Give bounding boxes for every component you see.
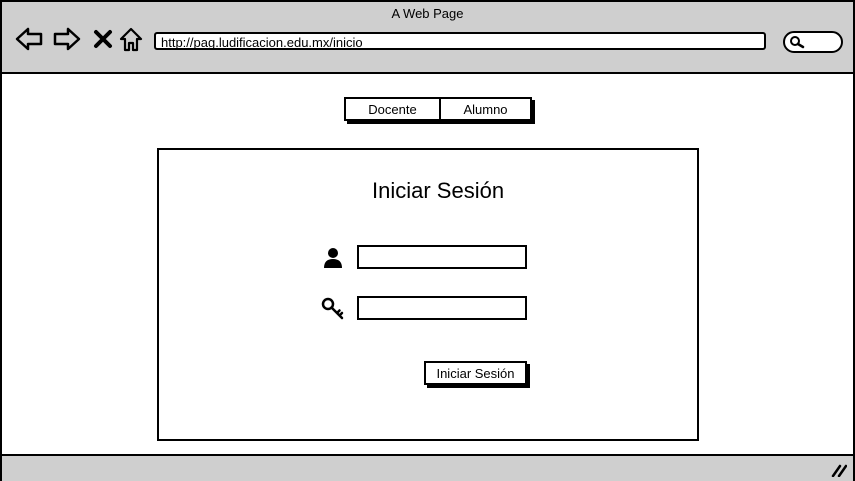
search-button[interactable] [783, 31, 843, 53]
tab-docente[interactable]: Docente [344, 97, 441, 121]
forward-button[interactable] [52, 24, 82, 54]
browser-window: A Web Page http://pag.ludificacion.edu.m… [0, 0, 855, 481]
username-input[interactable] [357, 245, 527, 269]
back-button[interactable] [14, 24, 44, 54]
forward-arrow-icon [53, 27, 81, 51]
tab-alumno[interactable]: Alumno [439, 97, 532, 121]
home-button[interactable] [116, 24, 146, 54]
stop-button[interactable] [88, 24, 118, 54]
login-panel: Iniciar Sesión Iniciar Sesión [157, 148, 699, 441]
login-title: Iniciar Sesión [372, 178, 505, 203]
browser-statusbar [2, 454, 853, 481]
login-submit-button[interactable]: Iniciar Sesión [424, 361, 527, 385]
window-title: A Web Page [391, 6, 464, 21]
back-arrow-icon [15, 27, 43, 51]
close-x-icon [94, 30, 112, 48]
search-icon [790, 36, 805, 49]
user-icon [324, 248, 342, 268]
browser-titlebar: A Web Page http://pag.ludificacion.edu.m… [2, 2, 853, 74]
password-input[interactable] [357, 296, 527, 320]
url-bar[interactable]: http://pag.ludificacion.edu.mx/inicio [154, 32, 766, 50]
resize-grip-icon[interactable] [831, 463, 847, 477]
key-icon [321, 297, 344, 320]
home-icon [119, 27, 143, 52]
